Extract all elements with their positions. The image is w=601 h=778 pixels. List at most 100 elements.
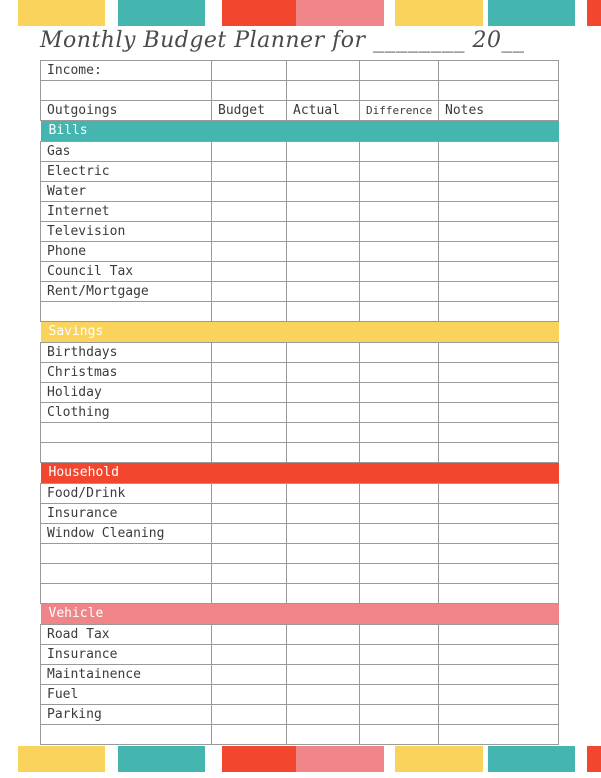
notes-cell[interactable]	[438, 543, 559, 564]
difference-cell[interactable]	[359, 624, 439, 645]
notes-cell[interactable]	[438, 624, 559, 645]
notes-cell[interactable]	[438, 704, 559, 725]
budget-cell[interactable]	[211, 161, 287, 182]
budget-cell[interactable]	[211, 503, 287, 524]
difference-cell[interactable]	[359, 483, 439, 504]
actual-cell[interactable]	[286, 261, 360, 282]
budget-cell[interactable]	[211, 181, 287, 202]
difference-cell[interactable]	[359, 161, 439, 182]
notes-cell[interactable]	[438, 563, 559, 584]
difference-cell[interactable]	[359, 181, 439, 202]
notes-cell[interactable]	[438, 523, 559, 544]
difference-cell[interactable]	[359, 684, 439, 705]
difference-cell[interactable]	[359, 261, 439, 282]
budget-cell[interactable]	[211, 221, 287, 242]
difference-cell[interactable]	[359, 664, 439, 685]
actual-cell[interactable]	[286, 141, 360, 162]
difference-cell[interactable]	[359, 503, 439, 524]
expense-label-cell[interactable]: Insurance	[40, 503, 212, 524]
actual-cell[interactable]	[286, 201, 360, 222]
notes-cell[interactable]	[438, 80, 559, 101]
notes-cell[interactable]	[438, 60, 559, 81]
difference-cell[interactable]	[359, 704, 439, 725]
budget-cell[interactable]	[211, 141, 287, 162]
budget-cell[interactable]	[211, 563, 287, 584]
budget-cell[interactable]	[211, 583, 287, 604]
notes-cell[interactable]	[438, 503, 559, 524]
blank-label-cell[interactable]	[40, 583, 212, 604]
budget-cell[interactable]	[211, 301, 287, 322]
difference-cell[interactable]	[359, 80, 439, 101]
actual-cell[interactable]	[286, 483, 360, 504]
actual-cell[interactable]	[286, 241, 360, 262]
actual-cell[interactable]	[286, 563, 360, 584]
budget-cell[interactable]	[211, 724, 287, 745]
budget-cell[interactable]	[211, 523, 287, 544]
expense-label-cell[interactable]: Birthdays	[40, 342, 212, 363]
notes-cell[interactable]	[438, 362, 559, 383]
budget-cell[interactable]	[211, 684, 287, 705]
actual-cell[interactable]	[286, 362, 360, 383]
expense-label-cell[interactable]: Phone	[40, 241, 212, 262]
budget-cell[interactable]	[211, 483, 287, 504]
blank-label-cell[interactable]	[40, 563, 212, 584]
budget-cell[interactable]	[211, 241, 287, 262]
notes-cell[interactable]	[438, 181, 559, 202]
difference-cell[interactable]	[359, 724, 439, 745]
actual-cell[interactable]	[286, 442, 360, 463]
notes-cell[interactable]	[438, 221, 559, 242]
expense-label-cell[interactable]: Holiday	[40, 382, 212, 403]
budget-cell[interactable]	[211, 281, 287, 302]
actual-cell[interactable]	[286, 221, 360, 242]
actual-cell[interactable]	[286, 181, 360, 202]
actual-cell[interactable]	[286, 704, 360, 725]
difference-cell[interactable]	[359, 382, 439, 403]
difference-cell[interactable]	[359, 402, 439, 423]
difference-cell[interactable]	[359, 442, 439, 463]
actual-cell[interactable]	[286, 422, 360, 443]
budget-cell[interactable]	[211, 402, 287, 423]
budget-cell[interactable]	[211, 60, 287, 81]
notes-cell[interactable]	[438, 402, 559, 423]
difference-cell[interactable]	[359, 523, 439, 544]
notes-cell[interactable]	[438, 583, 559, 604]
actual-cell[interactable]	[286, 342, 360, 363]
blank-label-cell[interactable]	[40, 724, 212, 745]
blank-label-cell[interactable]	[40, 301, 212, 322]
notes-cell[interactable]	[438, 201, 559, 222]
budget-cell[interactable]	[211, 644, 287, 665]
difference-cell[interactable]	[359, 583, 439, 604]
notes-cell[interactable]	[438, 724, 559, 745]
expense-label-cell[interactable]: Window Cleaning	[40, 523, 212, 544]
difference-cell[interactable]	[359, 422, 439, 443]
difference-cell[interactable]	[359, 644, 439, 665]
expense-label-cell[interactable]: Maintainence	[40, 664, 212, 685]
notes-cell[interactable]	[438, 382, 559, 403]
notes-cell[interactable]	[438, 301, 559, 322]
budget-cell[interactable]	[211, 382, 287, 403]
blank-label-cell[interactable]	[40, 442, 212, 463]
budget-cell[interactable]	[211, 664, 287, 685]
difference-cell[interactable]	[359, 221, 439, 242]
notes-cell[interactable]	[438, 644, 559, 665]
blank-label-cell[interactable]	[40, 543, 212, 564]
difference-cell[interactable]	[359, 60, 439, 81]
actual-cell[interactable]	[286, 402, 360, 423]
expense-label-cell[interactable]: Internet	[40, 201, 212, 222]
notes-cell[interactable]	[438, 161, 559, 182]
actual-cell[interactable]	[286, 80, 360, 101]
difference-cell[interactable]	[359, 201, 439, 222]
expense-label-cell[interactable]: Electric	[40, 161, 212, 182]
budget-cell[interactable]	[211, 342, 287, 363]
difference-cell[interactable]	[359, 342, 439, 363]
expense-label-cell[interactable]: Christmas	[40, 362, 212, 383]
difference-cell[interactable]	[359, 281, 439, 302]
notes-cell[interactable]	[438, 342, 559, 363]
difference-cell[interactable]	[359, 241, 439, 262]
expense-label-cell[interactable]: Road Tax	[40, 624, 212, 645]
notes-cell[interactable]	[438, 261, 559, 282]
income-blank-cell[interactable]	[40, 80, 212, 101]
notes-cell[interactable]	[438, 241, 559, 262]
actual-cell[interactable]	[286, 664, 360, 685]
budget-cell[interactable]	[211, 362, 287, 383]
